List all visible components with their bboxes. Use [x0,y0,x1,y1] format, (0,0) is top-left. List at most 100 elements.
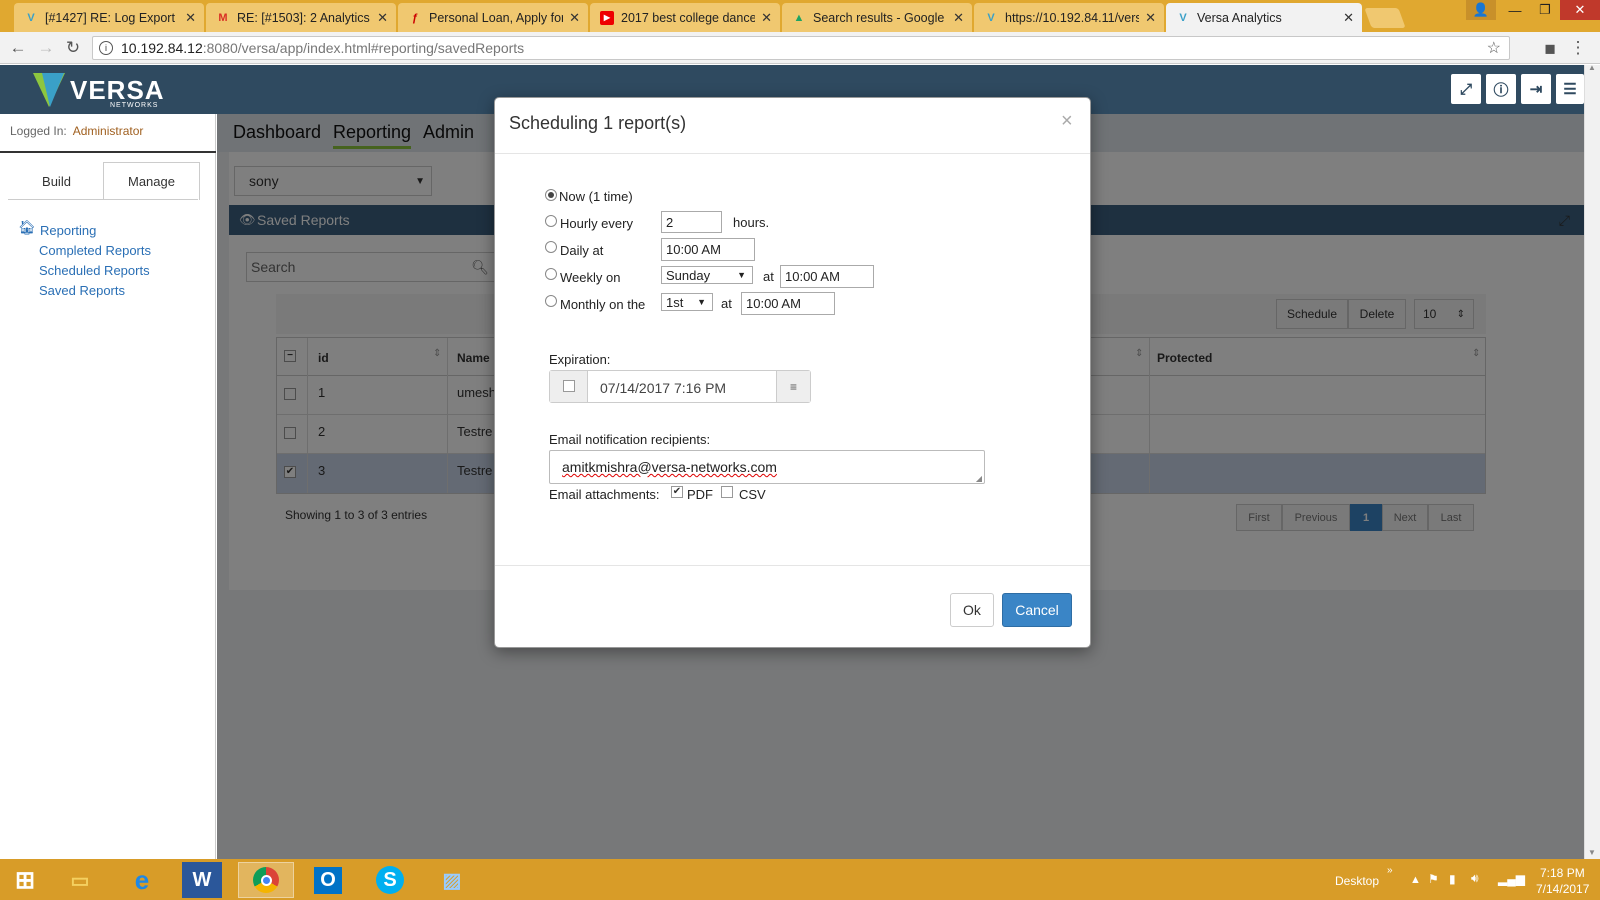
daily-time-input[interactable]: 10:00 AM [661,238,755,261]
versa-logo-accent-icon [42,73,64,107]
cancel-button[interactable]: Cancel [1002,593,1072,627]
radio-hourly[interactable] [545,215,557,227]
scroll-up-icon[interactable]: ▲ [1588,63,1596,72]
attach-pdf-checkbox[interactable]: ✔ [671,486,683,498]
expiration-datetime-input[interactable]: 07/14/2017 7:16 PM [600,380,726,396]
minimize-icon[interactable]: — [1500,0,1530,20]
menu-kebab-icon[interactable]: ⋮ [1568,38,1588,58]
weekly-time-input[interactable]: 10:00 AM [780,265,874,288]
label-hourly: Hourly every [560,216,633,231]
reload-icon[interactable]: ↻ [63,38,83,58]
attach-pdf-label: PDF [687,487,713,502]
calendar-icon[interactable]: ≡ [776,371,810,402]
close-icon[interactable]: ✕ [569,10,580,26]
browser-tab-active[interactable]: V Versa Analytics ✕ [1166,3,1362,32]
expiration-label: Expiration: [549,352,611,367]
attach-csv-label: CSV [739,487,766,502]
nav-completed-reports[interactable]: Completed Reports [39,243,151,258]
label-weekly-at: at [763,269,774,284]
nav-scheduled-reports[interactable]: Scheduled Reports [39,263,150,278]
outlook-icon[interactable]: O [300,862,356,898]
label-monthly: Monthly on the [560,297,646,312]
attachments-label: Email attachments: [549,487,660,502]
internet-explorer-icon[interactable]: e [114,862,170,898]
monthly-day-select[interactable]: 1st ▼ [661,293,713,311]
nav-reporting[interactable]: Reporting [40,223,96,238]
divider [495,565,1090,566]
weekly-day-select[interactable]: Sunday ▼ [661,266,753,284]
hourly-interval-input[interactable]: 2 [661,211,722,233]
forward-icon[interactable]: → [36,38,56,58]
close-icon[interactable]: ✕ [1145,10,1156,26]
windows-start-icon[interactable]: ⊞ [0,862,50,898]
logo-subtext: NETWORKS [110,102,159,109]
attach-csv-checkbox[interactable] [721,486,733,498]
extension-icon[interactable]: ◼ [1540,38,1560,58]
expiration-checkbox[interactable] [563,380,575,392]
divider [8,199,198,200]
about-info-icon[interactable]: ⓘ [1486,74,1516,104]
close-icon[interactable]: ✕ [185,10,196,26]
url-input[interactable]: i 10.192.84.12:8080/versa/app/index.html… [92,36,1510,60]
browser-tab-strip: V [#1427] RE: Log Export Fi ✕ M RE: [#15… [0,0,1600,32]
radio-now[interactable] [545,189,557,201]
new-tab-button[interactable] [1364,8,1406,28]
scroll-down-icon[interactable]: ▼ [1588,848,1596,857]
google-drive-icon: ▲ [793,11,805,24]
hamburger-menu-icon[interactable]: ☰ [1556,74,1584,104]
chevron-icon[interactable]: » [1387,865,1393,876]
nav-saved-reports[interactable]: Saved Reports [39,283,125,298]
skype-icon[interactable]: S [362,862,418,898]
username: Administrator [72,124,144,138]
close-icon[interactable]: ✕ [1343,10,1354,26]
volume-icon[interactable]: 🔊︎ [1471,871,1479,886]
close-icon[interactable]: ✕ [377,10,388,26]
word-icon[interactable]: W [182,862,222,898]
tray-up-icon[interactable]: ▲ [1410,874,1421,886]
photos-icon[interactable]: ▨ [424,862,480,898]
logout-icon[interactable]: ⇥ [1521,74,1551,104]
resize-handle-icon[interactable]: ◢ [976,474,982,483]
chevron-down-icon: ▼ [697,297,706,307]
close-icon[interactable]: × [1061,110,1073,133]
chrome-logo [253,867,279,893]
desktop-label[interactable]: Desktop [1335,874,1379,888]
restore-icon[interactable]: ❐ [1530,0,1560,20]
tab-manage[interactable]: Manage [103,162,200,200]
close-icon[interactable]: ✕ [953,10,964,26]
browser-tab[interactable]: V [#1427] RE: Log Export Fi ✕ [14,3,204,32]
bookmark-star-icon[interactable]: ☆ [1487,38,1501,58]
radio-monthly[interactable] [545,295,557,307]
file-explorer-icon[interactable]: ▭ [52,862,108,898]
home-icon: 🏠︎ [18,219,36,235]
address-bar: ← → ↻ i 10.192.84.12:8080/versa/app/inde… [0,32,1600,64]
fullscreen-icon[interactable]: ⤢ [1451,74,1481,104]
network-icon[interactable]: ▂▄▆ [1498,872,1525,886]
chrome-icon[interactable] [238,862,294,898]
window-close-icon[interactable]: ✕ [1560,0,1600,20]
radio-weekly[interactable] [545,268,557,280]
browser-tab[interactable]: V https://10.192.84.11/vers ✕ [974,3,1164,32]
browser-tab[interactable]: M RE: [#1503]: 2 Analytics is ✕ [206,3,396,32]
browser-tab[interactable]: ƒ Personal Loan, Apply for ✕ [398,3,588,32]
schedule-dialog: Scheduling 1 report(s) × Now (1 time) Ho… [494,97,1091,648]
email-recipients-input[interactable]: amitkmishra@versa-networks.com ◢ [549,450,985,484]
close-icon[interactable]: ✕ [761,10,772,26]
ok-button[interactable]: Ok [950,593,994,627]
flag-icon[interactable]: ⚑ [1428,872,1439,886]
browser-tab[interactable]: ▶ 2017 best college dance ✕ [590,3,780,32]
versa-icon: V [27,11,35,24]
clock-time[interactable]: 7:18 PM [1540,866,1585,880]
label-monthly-at: at [721,296,732,311]
clock-date[interactable]: 7/14/2017 [1536,882,1589,896]
browser-tab[interactable]: ▲ Search results - Google D ✕ [782,3,972,32]
email-label: Email notification recipients: [549,432,711,447]
info-icon[interactable]: i [99,41,113,55]
tab-build[interactable]: Build [8,162,105,200]
back-icon[interactable]: ← [8,38,28,58]
battery-icon[interactable]: ▮ [1449,872,1456,886]
page-scrollbar[interactable]: ▲ ▼ [1584,63,1600,859]
radio-daily[interactable] [545,241,557,253]
monthly-time-input[interactable]: 10:00 AM [741,292,835,315]
profile-icon[interactable]: 👤 [1466,0,1496,20]
